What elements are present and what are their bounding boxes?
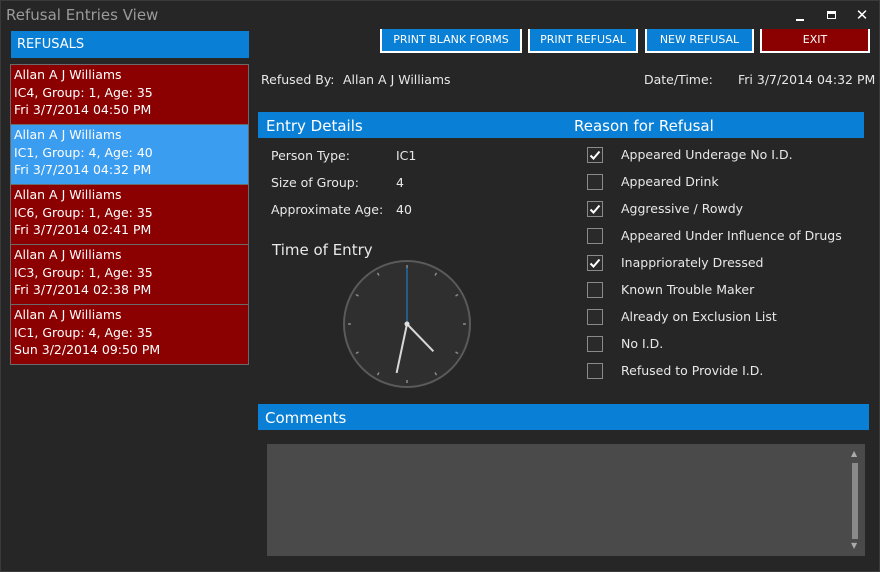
reason-title: Reason for Refusal <box>574 117 714 135</box>
checkmark-icon <box>589 204 601 214</box>
entry-datetime: Fri 3/7/2014 04:50 PM <box>14 102 152 117</box>
entry-datetime: Fri 3/7/2014 02:41 PM <box>14 222 152 237</box>
minimize-icon <box>796 19 804 21</box>
refusals-header-label: REFUSALS <box>17 37 85 52</box>
entry-details: IC3, Group: 1, Age: 35 <box>14 265 153 280</box>
entry-datetime: Fri 3/7/2014 04:32 PM <box>14 162 152 177</box>
print-blank-forms-button[interactable]: PRINT BLANK FORMS <box>380 29 522 53</box>
refusals-header: REFUSALS <box>11 31 249 58</box>
refusals-list: Allan A J Williams IC4, Group: 1, Age: 3… <box>10 64 249 365</box>
close-window-button[interactable]: ✕ <box>850 5 874 25</box>
entry-details-title: Entry Details <box>266 117 363 135</box>
reason-checkbox[interactable] <box>587 282 603 298</box>
exit-button[interactable]: EXIT <box>760 29 870 53</box>
reason-checkbox[interactable] <box>587 147 603 163</box>
comments-section-header: Comments <box>258 404 869 430</box>
age-label: Approximate Age: <box>271 202 384 217</box>
group-size-value: 4 <box>396 175 404 190</box>
entry-datetime: Sun 3/2/2014 09:50 PM <box>14 342 161 357</box>
entry-details: IC1, Group: 4, Age: 40 <box>14 145 153 160</box>
reason-label: Inappriorately Dressed <box>621 255 764 270</box>
reason-checkbox[interactable] <box>587 309 603 325</box>
person-type-value: IC1 <box>396 148 417 163</box>
title-bar: Refusal Entries View ✕ <box>1 1 879 29</box>
datetime-label: Date/Time: <box>644 72 713 87</box>
entry-name: Allan A J Williams <box>14 247 122 262</box>
comments-scrollbar[interactable]: ▲ ▼ <box>849 449 861 553</box>
scroll-down-icon[interactable]: ▼ <box>851 541 857 550</box>
reason-checkbox[interactable] <box>587 201 603 217</box>
entry-name: Allan A J Williams <box>14 67 122 82</box>
datetime-value: Fri 3/7/2014 04:32 PM <box>738 72 876 87</box>
app-window: Refusal Entries View ✕ REFUSALS Allan A … <box>0 0 880 572</box>
reason-label: Known Trouble Maker <box>621 282 755 297</box>
reason-label: Appeared Underage No I.D. <box>621 147 793 162</box>
maximize-icon <box>827 11 836 19</box>
minimize-button[interactable] <box>788 5 812 25</box>
close-icon: ✕ <box>855 6 869 24</box>
reason-label: Appeared Drink <box>621 174 719 189</box>
person-type-label: Person Type: <box>271 148 350 163</box>
checkmark-icon <box>589 150 601 160</box>
refused-by-label: Refused By: <box>261 72 335 87</box>
reason-label: Refused to Provide I.D. <box>621 363 764 378</box>
scroll-thumb[interactable] <box>852 463 858 539</box>
reason-checkbox[interactable] <box>587 228 603 244</box>
maximize-button[interactable] <box>819 5 843 25</box>
time-of-entry-title: Time of Entry <box>272 241 373 259</box>
entry-datetime: Fri 3/7/2014 02:38 PM <box>14 282 152 297</box>
refusal-list-item[interactable]: Allan A J Williams IC1, Group: 4, Age: 4… <box>11 125 248 185</box>
refused-by-value: Allan A J Williams <box>343 72 451 87</box>
entry-name: Allan A J Williams <box>14 127 122 142</box>
reason-checkbox[interactable] <box>587 255 603 271</box>
age-value: 40 <box>396 202 412 217</box>
refusal-list-item[interactable]: Allan A J Williams IC4, Group: 1, Age: 3… <box>11 65 248 125</box>
reason-label: No I.D. <box>621 336 664 351</box>
comments-title: Comments <box>265 409 347 427</box>
scroll-up-icon[interactable]: ▲ <box>851 449 857 458</box>
entry-details: IC4, Group: 1, Age: 35 <box>14 85 153 100</box>
reason-checkbox[interactable] <box>587 174 603 190</box>
entry-details: IC1, Group: 4, Age: 35 <box>14 325 153 340</box>
refusal-list-item[interactable]: Allan A J Williams IC6, Group: 1, Age: 3… <box>11 185 248 245</box>
reason-checkbox[interactable] <box>587 336 603 352</box>
reason-label: Appeared Under Influence of Drugs <box>621 228 842 243</box>
entry-name: Allan A J Williams <box>14 307 122 322</box>
time-of-entry-clock <box>343 260 471 388</box>
reason-label: Already on Exclusion List <box>621 309 777 324</box>
new-refusal-button[interactable]: NEW REFUSAL <box>645 29 754 53</box>
entry-details: IC6, Group: 1, Age: 35 <box>14 205 153 220</box>
comments-input[interactable] <box>267 444 865 556</box>
entry-name: Allan A J Williams <box>14 187 122 202</box>
details-section-header: Entry Details Reason for Refusal <box>258 112 864 138</box>
group-size-label: Size of Group: <box>271 175 359 190</box>
refusal-list-item[interactable]: Allan A J Williams IC1, Group: 4, Age: 3… <box>11 305 248 365</box>
reason-checkbox[interactable] <box>587 363 603 379</box>
checkmark-icon <box>589 258 601 268</box>
reason-label: Aggressive / Rowdy <box>621 201 744 216</box>
window-title: Refusal Entries View <box>6 6 159 24</box>
print-refusal-button[interactable]: PRINT REFUSAL <box>528 29 638 53</box>
refusal-list-item[interactable]: Allan A J Williams IC3, Group: 1, Age: 3… <box>11 245 248 305</box>
